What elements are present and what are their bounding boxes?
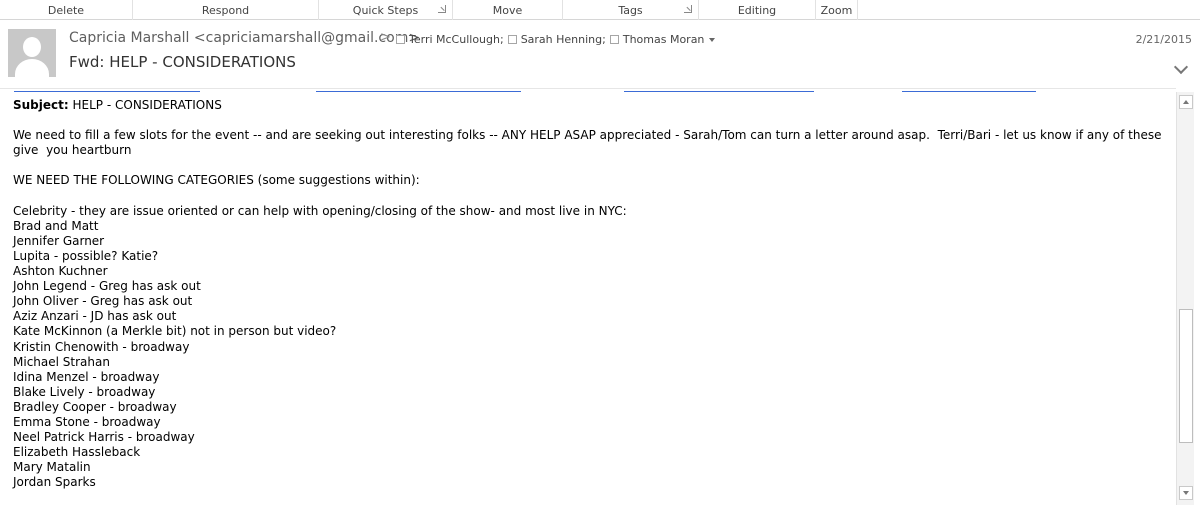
list-item: Blake Lively - broadway <box>13 384 156 399</box>
list-item: Kate McKinnon (a Merkle bit) not in pers… <box>13 324 337 339</box>
list-item: Brad and Matt <box>13 218 99 233</box>
presence-checkbox-icon <box>396 35 405 44</box>
ribbon-group-label: Quick Steps <box>352 3 419 17</box>
forwarded-subject-line: Subject: HELP - CONSIDERATIONS <box>13 98 1163 113</box>
list-item: Jordan Sparks <box>13 475 96 490</box>
ribbon-group-tags[interactable]: Tags <box>563 0 699 20</box>
chevron-down-icon[interactable] <box>1173 59 1189 75</box>
cut-off-link[interactable] <box>902 89 1036 92</box>
list-item: Mary Matalin <box>13 460 91 475</box>
ribbon-group-label: Delete <box>47 3 85 17</box>
sender-name[interactable]: Capricia Marshall <capriciamarshall@gmai… <box>69 30 420 46</box>
arrow-down-icon[interactable] <box>1179 486 1193 500</box>
ribbon-group-editing[interactable]: Editing <box>699 0 816 20</box>
presence-checkbox-icon <box>609 35 619 44</box>
categories-heading: WE NEED THE FOLLOWING CATEGORIES (some s… <box>13 173 420 188</box>
list-item: Bradley Cooper - broadway <box>13 399 177 414</box>
arrow-up-icon[interactable] <box>1179 95 1193 109</box>
list-item: John Oliver - Greg has ask out <box>13 294 193 309</box>
recipient-name: Thomas Moran <box>622 33 705 46</box>
message-header: Capricia Marshall <capriciamarshall@gmai… <box>0 20 1200 88</box>
message-content: Subject: HELP - CONSIDERATIONS We need t… <box>13 98 1163 490</box>
ribbon-group-label: Tags <box>618 3 643 17</box>
cut-off-link[interactable] <box>14 89 200 92</box>
recipient-item[interactable]: Sarah Henning; <box>507 33 606 46</box>
ribbon-group-label: Respond <box>201 3 250 17</box>
recipient-name: Sarah Henning; <box>520 33 606 46</box>
list-item: John Legend - Greg has ask out <box>13 279 201 294</box>
cut-off-link[interactable] <box>624 89 814 92</box>
list-item: Idina Menzel - broadway <box>13 369 160 384</box>
list-item: Aziz Anzari - JD has ask out <box>13 309 177 324</box>
recipient-name: Terri McCullough; <box>409 33 504 46</box>
ribbon-group-zoom[interactable]: Zoom <box>816 0 858 20</box>
ribbon-group-label: Zoom <box>820 3 853 17</box>
recipients-dropdown-icon[interactable] <box>709 38 716 42</box>
subject-value: HELP - CONSIDERATIONS <box>68 98 222 112</box>
dialog-launcher-icon[interactable] <box>438 5 446 13</box>
message-subject: Fwd: HELP - CONSIDERATIONS <box>69 53 296 71</box>
list-item: Neel Patrick Harris - broadway <box>13 430 195 445</box>
vertical-scrollbar[interactable] <box>1176 92 1194 505</box>
ribbon-group-label: Move <box>492 3 523 17</box>
recipient-list: Terri McCullough; Sarah Henning; Thomas … <box>396 33 719 46</box>
ribbon-group-respond[interactable]: Respond <box>133 0 319 20</box>
dialog-launcher-icon[interactable] <box>684 5 692 13</box>
sender-separator: > <box>380 30 391 45</box>
ribbon-group-bar: Delete Respond Quick Steps Move Tags Edi… <box>0 0 1200 20</box>
ribbon-group-delete[interactable]: Delete <box>0 0 133 20</box>
scrollbar-thumb[interactable] <box>1179 309 1193 443</box>
presence-checkbox-icon <box>507 35 517 44</box>
celebrity-intro: Celebrity - they are issue oriented or c… <box>13 203 627 218</box>
list-item: Kristin Chenowith - broadway <box>13 339 190 354</box>
person-silhouette-icon[interactable] <box>8 29 56 77</box>
list-item: Ashton Kuchner <box>13 264 108 279</box>
body-paragraph: We need to fill a few slots for the even… <box>13 128 1166 158</box>
subject-label: Subject: <box>13 98 69 112</box>
ribbon-group-quick-steps[interactable]: Quick Steps <box>319 0 453 20</box>
message-date: 2/21/2015 <box>1135 33 1192 46</box>
recipient-item[interactable]: Thomas Moran <box>609 33 716 46</box>
ribbon-group-move[interactable]: Move <box>453 0 563 20</box>
list-item: Michael Strahan <box>13 354 110 369</box>
recipient-item[interactable]: Terri McCullough; <box>396 33 504 46</box>
list-item: Jennifer Garner <box>13 233 105 248</box>
list-item: Elizabeth Hassleback <box>13 445 141 460</box>
ribbon-group-label: Editing <box>737 3 777 17</box>
message-body[interactable]: Subject: HELP - CONSIDERATIONS We need t… <box>0 88 1176 505</box>
cut-off-link[interactable] <box>316 89 521 92</box>
list-item: Lupita - possible? Katie? <box>13 248 159 263</box>
list-item: Emma Stone - broadway <box>13 414 161 429</box>
